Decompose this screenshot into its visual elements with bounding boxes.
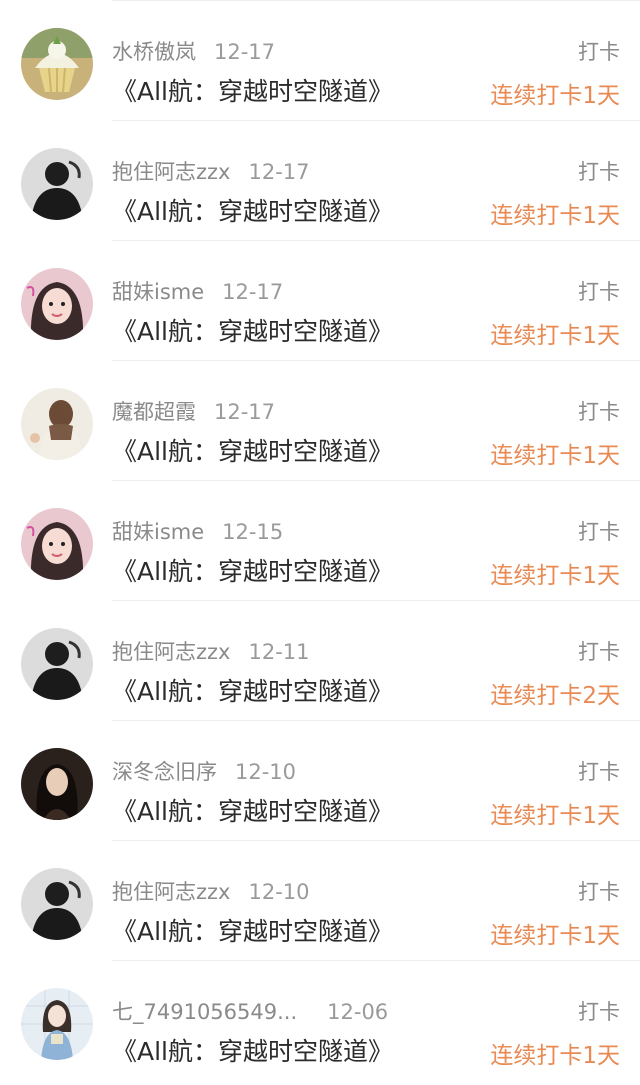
anime-girl-avatar[interactable]: [21, 988, 93, 1060]
user-name[interactable]: 抱住阿志zzx: [112, 880, 230, 904]
checkin-tag: 打卡: [578, 40, 620, 64]
user-name[interactable]: 甜妹isme: [112, 280, 204, 304]
user-name-line: 魔都超霞 12-17: [112, 396, 275, 426]
book-title[interactable]: 《All航：穿越时空隧道》: [112, 792, 393, 828]
checkin-tag: 打卡: [578, 280, 620, 304]
streak-label: 连续打卡1天: [490, 323, 620, 349]
user-name[interactable]: 魔都超霞: [112, 400, 196, 424]
book-title[interactable]: 《All航：穿越时空隧道》: [112, 72, 393, 108]
checkin-date: 12-17: [248, 160, 310, 184]
checkin-tag: 打卡: [578, 880, 620, 904]
cupcake-avatar[interactable]: [21, 28, 93, 100]
user-name-line: 甜妹isme 12-17: [112, 276, 283, 306]
dark-person-avatar[interactable]: [21, 148, 93, 220]
girl-selfie-avatar[interactable]: [21, 508, 93, 580]
user-name-line: 水桥傲岚 12-17: [112, 36, 275, 66]
book-title[interactable]: 《All航：穿越时空隧道》: [112, 432, 393, 468]
dark-person-avatar[interactable]: [21, 868, 93, 940]
user-name[interactable]: 七_7491056549...: [112, 1000, 297, 1024]
list-item[interactable]: 抱住阿志zzx 12-11 《All航：穿越时空隧道》 打卡 连续打卡2天: [0, 600, 640, 720]
dark-portrait-avatar[interactable]: [21, 748, 93, 820]
streak-label: 连续打卡1天: [490, 443, 620, 469]
user-name-line: 深冬念旧序 12-10: [112, 756, 296, 786]
user-name[interactable]: 抱住阿志zzx: [112, 640, 230, 664]
user-name[interactable]: 甜妹isme: [112, 520, 204, 544]
streak-label: 连续打卡1天: [490, 923, 620, 949]
book-title[interactable]: 《All航：穿越时空隧道》: [112, 672, 393, 708]
checkin-date: 12-10: [235, 760, 297, 784]
checkin-tag: 打卡: [578, 400, 620, 424]
checkin-date: 12-11: [248, 640, 310, 664]
checkin-tag: 打卡: [578, 520, 620, 544]
streak-label: 连续打卡1天: [490, 83, 620, 109]
book-title[interactable]: 《All航：穿越时空隧道》: [112, 1032, 393, 1068]
list-item[interactable]: 魔都超霞 12-17 《All航：穿越时空隧道》 打卡 连续打卡1天: [0, 360, 640, 480]
book-title[interactable]: 《All航：穿越时空隧道》: [112, 552, 393, 588]
checkin-tag: 打卡: [578, 160, 620, 184]
checkin-date: 12-15: [222, 520, 284, 544]
user-name-line: 抱住阿志zzx 12-10: [112, 876, 310, 906]
list-item[interactable]: 甜妹isme 12-17 《All航：穿越时空隧道》 打卡 连续打卡1天: [0, 240, 640, 360]
user-name[interactable]: 水桥傲岚: [112, 40, 196, 64]
user-name[interactable]: 抱住阿志zzx: [112, 160, 230, 184]
book-title[interactable]: 《All航：穿越时空隧道》: [112, 912, 393, 948]
list-item[interactable]: 水桥傲岚 12-17 《All航：穿越时空隧道》 打卡 连续打卡1天: [0, 0, 640, 120]
user-name-line: 抱住阿志zzx 12-17: [112, 156, 310, 186]
checkin-tag: 打卡: [578, 760, 620, 784]
book-title[interactable]: 《All航：穿越时空隧道》: [112, 312, 393, 348]
streak-label: 连续打卡1天: [490, 563, 620, 589]
user-name-line: 七_7491056549... 12-06: [112, 996, 388, 1026]
checkin-tag: 打卡: [578, 640, 620, 664]
list-item[interactable]: 深冬念旧序 12-10 《All航：穿越时空隧道》 打卡 连续打卡1天: [0, 720, 640, 840]
user-name[interactable]: 深冬念旧序: [112, 760, 217, 784]
checkin-date: 12-10: [248, 880, 310, 904]
checkin-date: 12-06: [327, 1000, 389, 1024]
streak-label: 连续打卡2天: [490, 683, 620, 709]
list-item[interactable]: 甜妹isme 12-15 《All航：穿越时空隧道》 打卡 连续打卡1天: [0, 480, 640, 600]
checkin-list: 水桥傲岚 12-17 《All航：穿越时空隧道》 打卡 连续打卡1天 抱住阿志zz…: [0, 0, 640, 1085]
streak-label: 连续打卡1天: [490, 1043, 620, 1069]
list-item[interactable]: 七_7491056549... 12-06 《All航：穿越时空隧道》 打卡 连续…: [0, 960, 640, 1080]
checkin-date: 12-17: [214, 40, 276, 64]
user-name-line: 抱住阿志zzx 12-11: [112, 636, 310, 666]
user-name-line: 甜妹isme 12-15: [112, 516, 283, 546]
streak-label: 连续打卡1天: [490, 803, 620, 829]
book-title[interactable]: 《All航：穿越时空隧道》: [112, 192, 393, 228]
streak-label: 连续打卡1天: [490, 203, 620, 229]
checkin-date: 12-17: [214, 400, 276, 424]
checkin-date: 12-17: [222, 280, 284, 304]
checkin-tag: 打卡: [578, 1000, 620, 1024]
list-item[interactable]: 抱住阿志zzx 12-17 《All航：穿越时空隧道》 打卡 连续打卡1天: [0, 120, 640, 240]
list-item[interactable]: 抱住阿志zzx 12-10 《All航：穿越时空隧道》 打卡 连续打卡1天: [0, 840, 640, 960]
girl-selfie-avatar[interactable]: [21, 268, 93, 340]
dark-person-avatar[interactable]: [21, 628, 93, 700]
girl-back-avatar[interactable]: [21, 388, 93, 460]
